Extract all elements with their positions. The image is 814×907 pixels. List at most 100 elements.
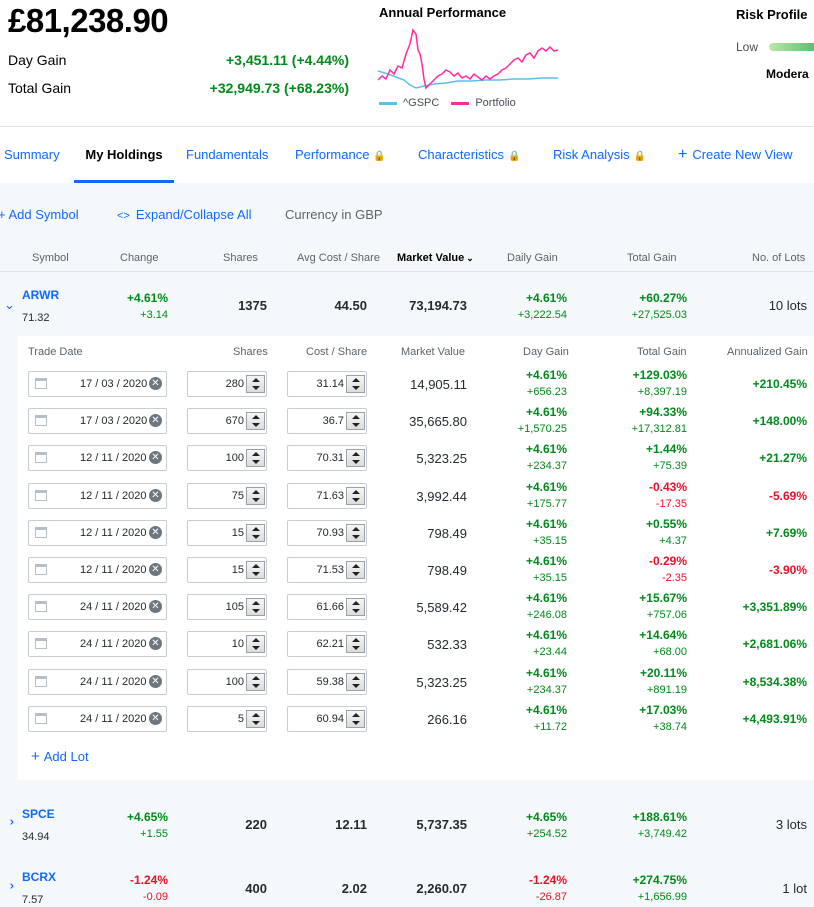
symbol[interactable]: ARWR bbox=[22, 288, 59, 302]
stepper-arrows-icon[interactable] bbox=[346, 412, 365, 431]
stepper-arrows-icon[interactable] bbox=[246, 672, 265, 691]
stepper-arrows-icon[interactable] bbox=[346, 635, 365, 654]
trade-date-input[interactable]: 17 / 03 / 2020 ✕ bbox=[28, 371, 167, 397]
cost-stepper[interactable]: 71.63 bbox=[287, 482, 367, 509]
trade-date-input[interactable]: 12 / 11 / 2020 ✕ bbox=[28, 557, 167, 583]
shares-stepper[interactable]: 5 bbox=[187, 705, 267, 732]
tab-my-holdings[interactable]: My Holdings bbox=[74, 127, 174, 183]
trade-date-input[interactable]: 24 / 11 / 2020 ✕ bbox=[28, 705, 167, 732]
clear-icon[interactable]: ✕ bbox=[149, 451, 162, 465]
cost-stepper[interactable]: 31.14 bbox=[287, 371, 367, 397]
col-change[interactable]: Change bbox=[120, 252, 159, 264]
create-new-view-button[interactable]: + Create New View bbox=[678, 127, 793, 183]
tab-characteristics[interactable]: Characteristics 🔒 bbox=[418, 127, 520, 183]
add-lot-button[interactable]: + Add Lot bbox=[31, 748, 89, 765]
shares-stepper[interactable]: 100 bbox=[187, 668, 267, 695]
tab-performance[interactable]: Performance 🔒 bbox=[295, 127, 386, 183]
chevron-down-icon[interactable]: ⌄ bbox=[4, 297, 15, 313]
calendar-icon[interactable] bbox=[35, 712, 47, 724]
col-lots[interactable]: No. of Lots bbox=[752, 252, 805, 264]
symbol[interactable]: BCRX bbox=[22, 870, 56, 884]
clear-icon[interactable]: ✕ bbox=[149, 563, 162, 576]
col-avg-cost[interactable]: Avg Cost / Share bbox=[297, 252, 380, 264]
stepper-arrows-icon[interactable] bbox=[246, 449, 265, 468]
stepper-arrows-icon[interactable] bbox=[346, 449, 365, 468]
stepper-arrows-icon[interactable] bbox=[346, 672, 365, 691]
stepper-arrows-icon[interactable] bbox=[246, 486, 265, 505]
calendar-icon[interactable] bbox=[35, 489, 47, 501]
add-symbol-button[interactable]: + Add Symbol bbox=[0, 207, 79, 222]
calendar-icon[interactable] bbox=[35, 415, 47, 427]
stepper-arrows-icon[interactable] bbox=[346, 709, 365, 728]
lot-day-gain-pct: +4.61% bbox=[525, 479, 567, 494]
calendar-icon[interactable] bbox=[35, 601, 47, 613]
trade-date-input[interactable]: 17 / 03 / 2020 ✕ bbox=[28, 408, 167, 435]
shares-stepper[interactable]: 670 bbox=[187, 408, 267, 435]
clear-icon[interactable]: ✕ bbox=[149, 525, 162, 539]
cost-stepper[interactable]: 61.66 bbox=[287, 594, 367, 621]
symbol[interactable]: SPCE bbox=[22, 807, 55, 821]
shares-stepper[interactable]: 75 bbox=[187, 482, 267, 509]
calendar-icon[interactable] bbox=[35, 452, 47, 464]
clear-icon[interactable]: ✕ bbox=[149, 711, 162, 725]
chevron-right-icon[interactable]: ⌄ bbox=[1, 881, 17, 892]
clear-icon[interactable]: ✕ bbox=[149, 637, 162, 651]
calendar-icon[interactable] bbox=[35, 675, 47, 687]
holding-row-arwr[interactable]: ⌄ ARWR 71.32 +4.61% +3.14 1375 44.50 73,… bbox=[0, 277, 814, 335]
shares-stepper[interactable]: 10 bbox=[187, 631, 267, 658]
cost-stepper[interactable]: 62.21 bbox=[287, 631, 367, 658]
cost-stepper[interactable]: 59.38 bbox=[287, 668, 367, 695]
calendar-icon[interactable] bbox=[35, 564, 47, 575]
expand-collapse-button[interactable]: <> Expand/Collapse All bbox=[117, 207, 252, 222]
stepper-arrows-icon[interactable] bbox=[246, 523, 265, 542]
clear-icon[interactable]: ✕ bbox=[149, 600, 162, 614]
lot-market-value: 266.16 bbox=[427, 711, 467, 727]
calendar-icon[interactable] bbox=[35, 638, 47, 650]
cost-stepper[interactable]: 36.7 bbox=[287, 408, 367, 435]
trade-date-input[interactable]: 24 / 11 / 2020 ✕ bbox=[28, 668, 167, 695]
col-daily-gain[interactable]: Daily Gain bbox=[507, 252, 558, 264]
tab-risk-analysis[interactable]: Risk Analysis 🔒 bbox=[553, 127, 646, 183]
stepper-arrows-icon[interactable] bbox=[246, 635, 265, 654]
shares-stepper[interactable]: 100 bbox=[187, 445, 267, 472]
stepper-arrows-icon[interactable] bbox=[346, 486, 365, 505]
stepper-arrows-icon[interactable] bbox=[346, 561, 365, 579]
shares-stepper[interactable]: 15 bbox=[187, 557, 267, 583]
trade-date-input[interactable]: 12 / 11 / 2020 ✕ bbox=[28, 445, 167, 472]
col-shares[interactable]: Shares bbox=[223, 252, 258, 264]
clear-icon[interactable]: ✕ bbox=[149, 377, 162, 390]
chevron-right-icon[interactable]: ⌄ bbox=[1, 817, 17, 828]
stepper-arrows-icon[interactable] bbox=[346, 375, 365, 393]
cost-stepper[interactable]: 70.93 bbox=[287, 519, 367, 546]
shares-stepper[interactable]: 15 bbox=[187, 519, 267, 546]
clear-icon[interactable]: ✕ bbox=[149, 414, 162, 428]
clear-icon[interactable]: ✕ bbox=[149, 674, 162, 688]
holding-row-spce[interactable]: ⌄ SPCE 34.94 +4.65% +1.55 220 12.11 5,73… bbox=[0, 794, 814, 850]
tab-summary[interactable]: Summary bbox=[4, 127, 60, 183]
calendar-icon[interactable] bbox=[35, 378, 47, 389]
cost-stepper[interactable]: 71.53 bbox=[287, 557, 367, 583]
stepper-arrows-icon[interactable] bbox=[346, 523, 365, 542]
cost-stepper[interactable]: 70.31 bbox=[287, 445, 367, 472]
col-total-gain[interactable]: Total Gain bbox=[627, 252, 677, 264]
col-symbol[interactable]: Symbol bbox=[32, 252, 69, 264]
trade-date-input[interactable]: 12 / 11 / 2020 ✕ bbox=[28, 519, 167, 546]
stepper-arrows-icon[interactable] bbox=[246, 598, 265, 617]
lots-count: 3 lots bbox=[775, 817, 807, 832]
stepper-arrows-icon[interactable] bbox=[346, 598, 365, 617]
stepper-arrows-icon[interactable] bbox=[246, 709, 265, 728]
tab-fundamentals[interactable]: Fundamentals bbox=[186, 127, 268, 183]
calendar-icon[interactable] bbox=[35, 526, 47, 538]
cost-stepper[interactable]: 60.94 bbox=[287, 705, 367, 732]
stepper-arrows-icon[interactable] bbox=[246, 412, 265, 431]
holding-row-bcrx[interactable]: ⌄ BCRX 7.57 -1.24% -0.09 400 2.02 2,260.… bbox=[0, 858, 814, 907]
clear-icon[interactable]: ✕ bbox=[149, 488, 162, 502]
trade-date-input[interactable]: 24 / 11 / 2020 ✕ bbox=[28, 631, 167, 658]
shares-stepper[interactable]: 105 bbox=[187, 594, 267, 621]
col-market-value[interactable]: Market Value ⌄ bbox=[397, 252, 474, 264]
trade-date-input[interactable]: 24 / 11 / 2020 ✕ bbox=[28, 594, 167, 621]
trade-date-input[interactable]: 12 / 11 / 2020 ✕ bbox=[28, 482, 167, 509]
stepper-arrows-icon[interactable] bbox=[246, 561, 265, 579]
shares-stepper[interactable]: 280 bbox=[187, 371, 267, 397]
stepper-arrows-icon[interactable] bbox=[246, 375, 265, 393]
